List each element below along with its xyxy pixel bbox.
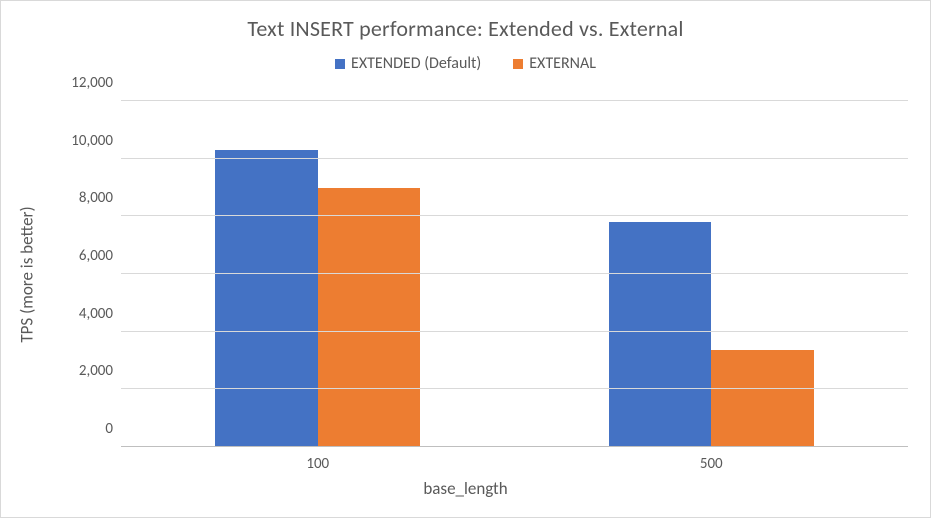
y-axis-label: TPS (more is better) bbox=[17, 206, 38, 342]
bar bbox=[318, 188, 420, 448]
legend-label-extended: EXTENDED (Default) bbox=[351, 54, 481, 73]
bar-groups: 100500 bbox=[121, 101, 908, 447]
grid-line bbox=[121, 331, 908, 332]
grid-line bbox=[121, 100, 908, 101]
bar bbox=[215, 150, 317, 447]
grid-line bbox=[121, 446, 908, 447]
x-axis-label: base_length bbox=[1, 478, 930, 499]
bar-group: 100 bbox=[121, 101, 515, 447]
legend-label-external: EXTERNAL bbox=[529, 54, 596, 73]
y-axis-label-wrap: TPS (more is better) bbox=[15, 101, 39, 447]
y-tick-label: 4,000 bbox=[79, 305, 121, 323]
bar bbox=[609, 222, 711, 447]
chart-frame: Text INSERT performance: Extended vs. Ex… bbox=[0, 0, 931, 518]
legend-swatch-external bbox=[513, 59, 523, 69]
grid-line bbox=[121, 158, 908, 159]
bar bbox=[711, 350, 813, 447]
plot-area-wrap: 100500 02,0004,0006,0008,00010,00012,000 bbox=[63, 101, 908, 447]
y-tick-label: 0 bbox=[105, 420, 121, 438]
legend-item-extended: EXTENDED (Default) bbox=[335, 54, 481, 73]
y-tick-label: 10,000 bbox=[71, 132, 121, 150]
chart-legend: EXTENDED (Default) EXTERNAL bbox=[1, 54, 930, 73]
category-label: 500 bbox=[515, 447, 909, 473]
grid-line bbox=[121, 388, 908, 389]
grid-line bbox=[121, 215, 908, 216]
legend-item-external: EXTERNAL bbox=[513, 54, 596, 73]
chart-title: Text INSERT performance: Extended vs. Ex… bbox=[1, 1, 930, 42]
y-tick-label: 12,000 bbox=[71, 74, 121, 92]
y-tick-label: 8,000 bbox=[79, 189, 121, 207]
category-label: 100 bbox=[121, 447, 515, 473]
legend-swatch-extended bbox=[335, 59, 345, 69]
bar-group: 500 bbox=[515, 101, 909, 447]
y-tick-label: 6,000 bbox=[79, 247, 121, 265]
y-tick-label: 2,000 bbox=[79, 362, 121, 380]
plot-area: 100500 02,0004,0006,0008,00010,00012,000 bbox=[121, 101, 908, 447]
grid-line bbox=[121, 273, 908, 274]
